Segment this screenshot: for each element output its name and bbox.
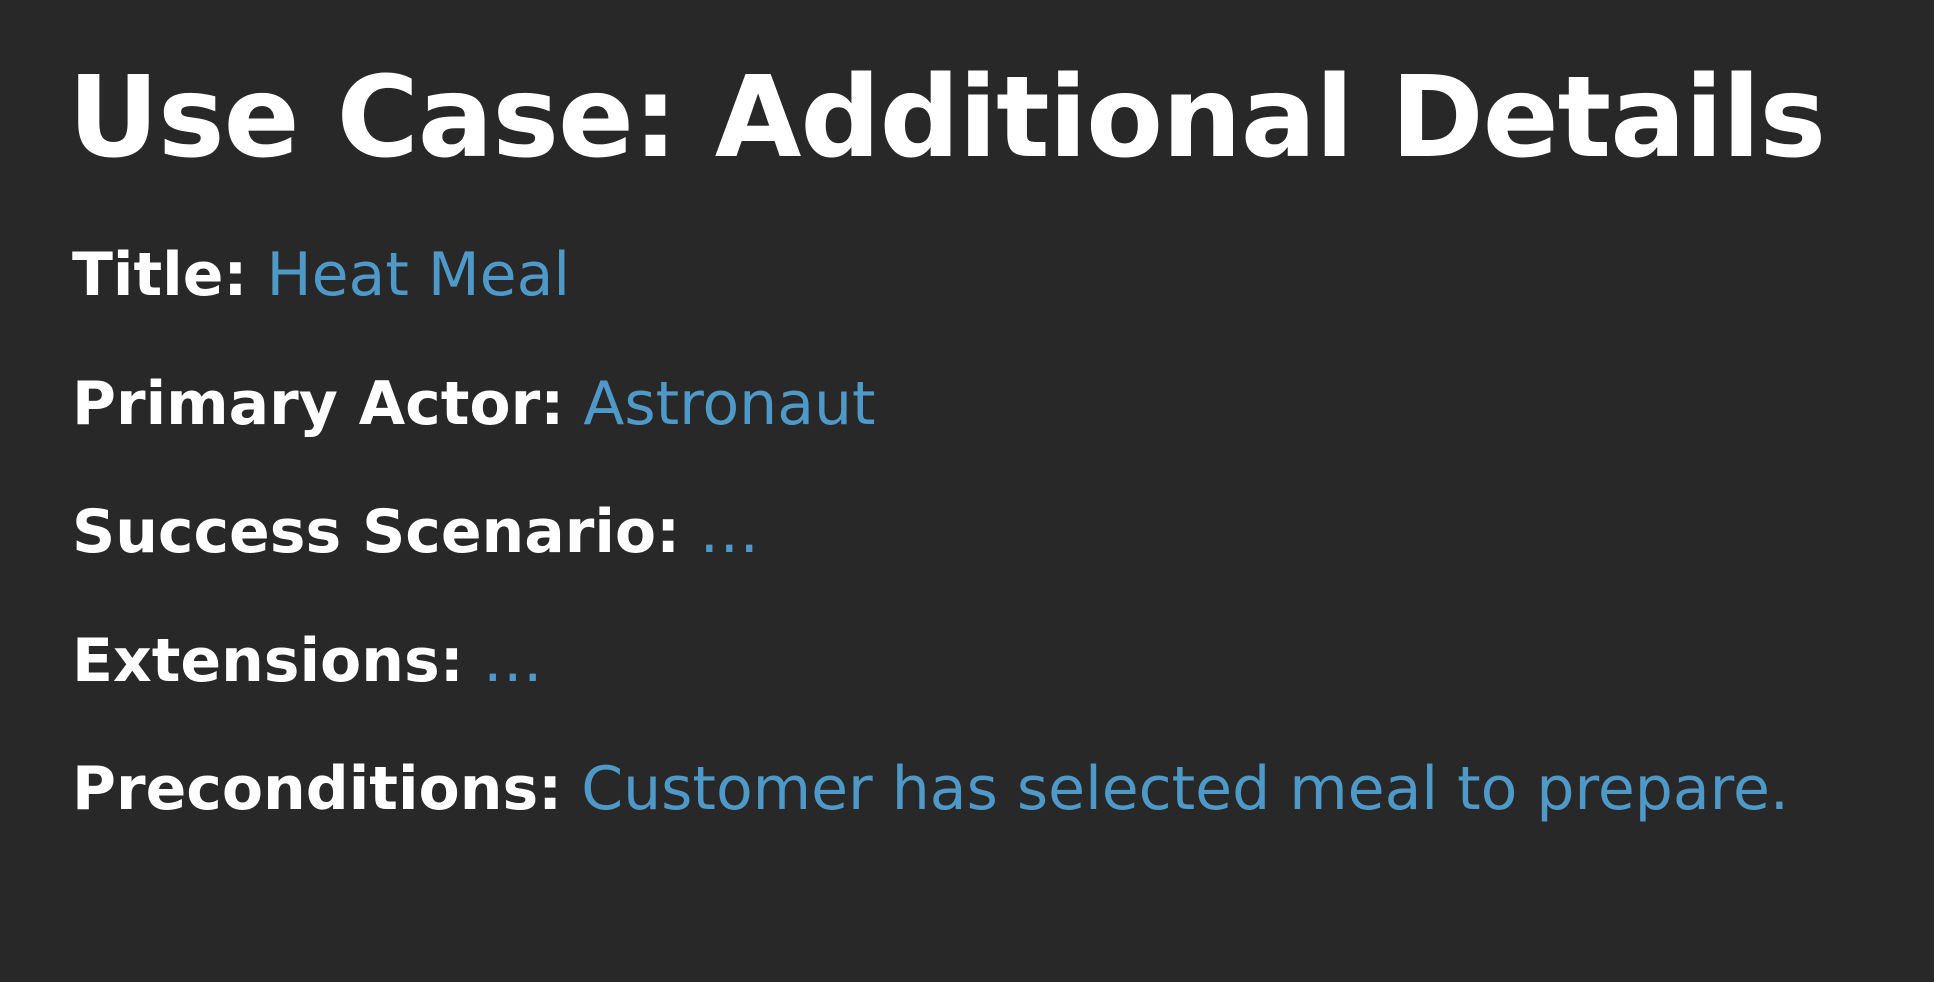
slide-title: Use Case: Additional Details — [68, 53, 1826, 183]
detail-label: Success Scenario: — [72, 497, 681, 567]
detail-value: Astronaut — [583, 369, 876, 439]
detail-label: Preconditions: — [72, 754, 563, 824]
detail-value: … — [699, 497, 760, 567]
slide: Use Case: Additional Details Title: Heat… — [0, 0, 1934, 982]
detail-value: Heat Meal — [266, 240, 571, 310]
detail-row-title: Title: Heat Meal — [72, 235, 570, 315]
detail-label: Primary Actor: — [72, 369, 565, 439]
detail-label: Title: — [72, 240, 248, 310]
detail-value: Customer has selected meal to prepare. — [581, 754, 1789, 824]
detail-row-success-scenario: Success Scenario: … — [72, 492, 759, 572]
detail-row-preconditions: Preconditions: Customer has selected mea… — [72, 749, 1789, 829]
detail-value: … — [482, 626, 543, 696]
detail-row-extensions: Extensions: … — [72, 621, 543, 701]
detail-label: Extensions: — [72, 626, 464, 696]
detail-row-primary-actor: Primary Actor: Astronaut — [72, 364, 876, 444]
